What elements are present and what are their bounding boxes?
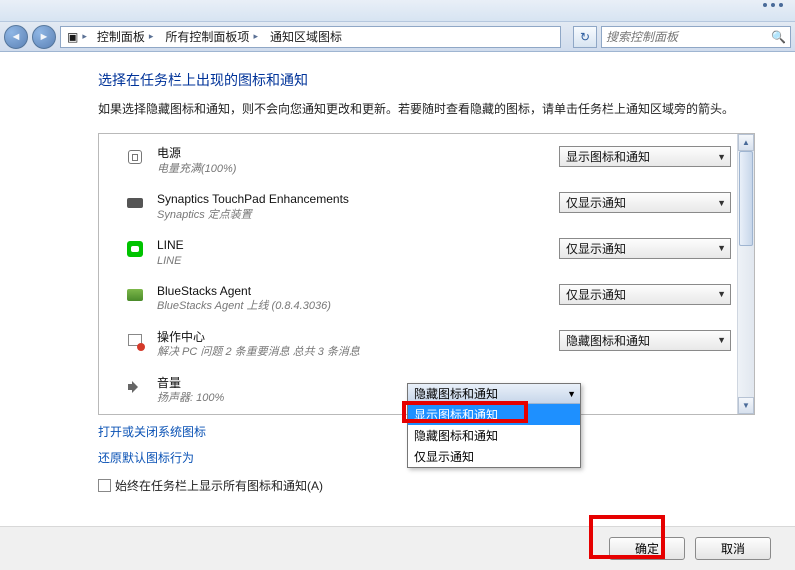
breadcrumb-root-icon[interactable]: ▣▸ <box>63 27 91 47</box>
item-name: 电源 <box>157 146 551 162</box>
page-title: 选择在任务栏上出现的图标和通知 <box>98 70 795 90</box>
volume-icon <box>125 378 145 396</box>
bluestacks-icon <box>125 286 145 304</box>
always-show-checkbox[interactable] <box>98 479 111 492</box>
item-name: BlueStacks Agent <box>157 284 551 300</box>
dialog-footer: 确定 取消 <box>0 526 795 570</box>
list-item: 操作中心 解决 PC 问题 2 条重要消息 总共 3 条消息 隐藏图标和通知▼ <box>125 324 737 370</box>
item-status: LINE <box>157 254 551 268</box>
chevron-down-icon: ▼ <box>717 243 726 253</box>
nav-bar: ◄ ► ▣▸ 控制面板▸ 所有控制面板项▸ 通知区域图标 ↻ 🔍 <box>0 22 795 52</box>
item-name: 操作中心 <box>157 330 551 346</box>
breadcrumb-notification-icons[interactable]: 通知区域图标 <box>264 27 348 47</box>
chevron-down-icon: ▼ <box>717 335 726 345</box>
item-name: Synaptics TouchPad Enhancements <box>157 192 551 208</box>
list-item: 电源 电量充满(100%) 显示图标和通知▼ <box>125 140 737 186</box>
touchpad-icon <box>125 194 145 212</box>
item-status: 解决 PC 问题 2 条重要消息 总共 3 条消息 <box>157 345 551 359</box>
power-icon <box>125 148 145 166</box>
item-status: Synaptics 定点装置 <box>157 208 551 222</box>
list-item: LINE LINE 仅显示通知▼ <box>125 232 737 278</box>
line-icon <box>125 240 145 258</box>
breadcrumb-all-items[interactable]: 所有控制面板项▸ <box>159 27 264 47</box>
behavior-select-open-anchor <box>559 376 731 397</box>
scroll-thumb[interactable] <box>739 151 753 246</box>
dropdown-current: 隐藏图标和通知 <box>414 385 498 402</box>
behavior-select[interactable]: 显示图标和通知▼ <box>559 146 731 167</box>
nav-forward-button[interactable]: ► <box>32 25 56 49</box>
page-description: 如果选择隐藏图标和通知，则不会向您通知更改和更新。若要随时查看隐藏的图标，请单击… <box>98 100 755 119</box>
body-pane: 选择在任务栏上出现的图标和通知 如果选择隐藏图标和通知，则不会向您通知更改和更新… <box>0 52 795 570</box>
dropdown-option-notify[interactable]: 仅显示通知 <box>408 446 580 467</box>
scroll-up-button[interactable]: ▲ <box>738 134 754 151</box>
chevron-down-icon: ▼ <box>717 152 726 162</box>
behavior-select[interactable]: 仅显示通知▼ <box>559 238 731 259</box>
chevron-down-icon: ▼ <box>567 389 576 399</box>
search-box[interactable]: 🔍 <box>601 26 791 48</box>
behavior-dropdown-open[interactable]: 隐藏图标和通知 ▼ 显示图标和通知 隐藏图标和通知 仅显示通知 <box>407 383 581 468</box>
behavior-select[interactable]: 隐藏图标和通知▼ <box>559 330 731 351</box>
behavior-select[interactable]: 仅显示通知▼ <box>559 192 731 213</box>
dropdown-option-hide[interactable]: 隐藏图标和通知 <box>408 425 580 446</box>
link-restore-defaults[interactable]: 还原默认图标行为 <box>98 449 194 466</box>
list-item: BlueStacks Agent BlueStacks Agent 上线 (0.… <box>125 278 737 324</box>
scrollbar[interactable]: ▲ ▼ <box>737 134 754 414</box>
chevron-down-icon: ▼ <box>717 198 726 208</box>
refresh-button[interactable]: ↻ <box>573 26 597 48</box>
ok-button[interactable]: 确定 <box>609 537 685 560</box>
chevron-down-icon: ▼ <box>717 289 726 299</box>
item-status: BlueStacks Agent 上线 (0.8.4.3036) <box>157 299 551 313</box>
window-titlebar <box>0 0 795 22</box>
item-name: LINE <box>157 238 551 254</box>
breadcrumb[interactable]: ▣▸ 控制面板▸ 所有控制面板项▸ 通知区域图标 <box>60 26 561 48</box>
always-show-label: 始终在任务栏上显示所有图标和通知(A) <box>115 477 323 494</box>
behavior-select[interactable]: 仅显示通知▼ <box>559 284 731 305</box>
nav-back-button[interactable]: ◄ <box>4 25 28 49</box>
action-center-icon <box>125 332 145 350</box>
search-icon: 🔍 <box>771 30 786 44</box>
dropdown-option-show[interactable]: 显示图标和通知 <box>408 404 580 425</box>
icon-list-box: 电源 电量充满(100%) 显示图标和通知▼ Synaptics TouchPa… <box>98 133 755 415</box>
breadcrumb-control-panel[interactable]: 控制面板▸ <box>91 27 160 47</box>
cancel-button[interactable]: 取消 <box>695 537 771 560</box>
item-status: 电量充满(100%) <box>157 162 551 176</box>
scroll-down-button[interactable]: ▼ <box>738 397 754 414</box>
list-item: Synaptics TouchPad Enhancements Synaptic… <box>125 186 737 232</box>
search-input[interactable] <box>606 30 767 44</box>
link-system-icons[interactable]: 打开或关闭系统图标 <box>98 423 206 440</box>
